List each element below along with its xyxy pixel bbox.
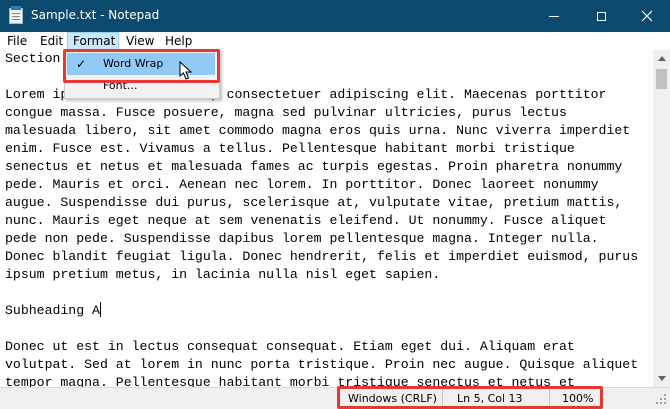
menu-edit[interactable]: Edit [35,32,68,50]
highlight-box-word-wrap [63,49,220,83]
text-line: malesuada libero, sit amet commodo magna… [5,123,631,138]
chevron-down-icon [657,376,666,381]
chevron-up-icon [657,56,666,61]
text-line: volutpat. Sed at lorem in nunc porta tri… [5,357,639,372]
menu-help[interactable]: Help [160,32,197,50]
window-title: Sample.txt - Notepad [31,8,160,22]
minimize-button[interactable] [531,0,577,32]
text-line: pede non pede. Suspendisse dapibus lorem… [5,231,599,246]
text-line: augue. Suspendisse dui purus, scelerisqu… [5,195,623,210]
menu-format[interactable]: Format [67,32,119,50]
close-icon [641,10,653,22]
notepad-app-icon[interactable] [9,6,23,24]
scroll-thumb[interactable] [656,69,667,89]
text-line: Donec ut est in lectus consequat consequ… [5,339,575,354]
vertical-scrollbar[interactable] [653,50,670,387]
text-line: Section [5,51,61,66]
text-line: Donec blandit feugiat ligula. Donec hend… [5,249,639,264]
text-line: enim. Fusce est. Vivamus a tellus. Pelle… [5,141,575,156]
menu-view[interactable]: View [121,32,159,50]
text-line: senectus et netus et malesuada fames ac … [5,159,623,174]
mouse-pointer-icon [179,61,193,80]
title-bar[interactable]: Sample.txt - Notepad [0,0,670,32]
text-line: congue massa. Fusce posuere, magna sed p… [5,105,567,120]
text-line: ipsum pretium metus, in lacinia nulla ni… [5,267,441,282]
text-editor[interactable]: Section Lorem ipsum dolor sit amet, cons… [0,50,653,387]
text-line-with-caret: Subheading A [5,302,101,320]
maximize-button[interactable] [578,0,624,32]
text-line: pede. Mauris et orci. Aenean nec lorem. … [5,177,599,192]
highlight-box-status-bar [337,386,603,409]
text-caret [99,302,101,317]
maximize-icon [596,11,606,21]
text-line: nunc. Mauris eget neque at sem venenatis… [5,213,607,228]
resize-grip-icon[interactable] [655,394,667,406]
text-line: Subheading A [5,303,100,318]
minimize-icon [549,15,559,17]
close-button[interactable] [624,0,670,32]
menu-file[interactable]: File [2,32,32,50]
scroll-up-button[interactable] [653,50,670,67]
menu-bar: File Edit Format View Help [0,32,670,50]
scroll-down-button[interactable] [653,370,670,387]
